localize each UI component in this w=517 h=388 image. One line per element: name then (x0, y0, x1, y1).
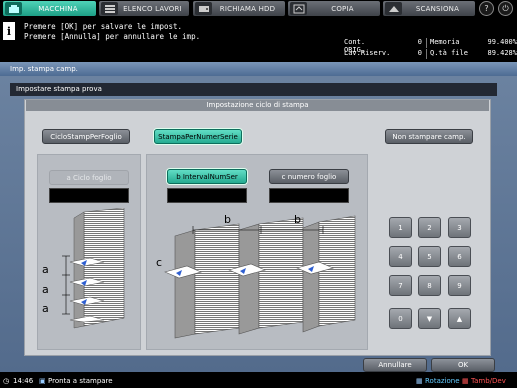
b-interval-num-ser-button[interactable]: b IntervalNumSer (167, 169, 247, 184)
key-4[interactable]: 4 (389, 246, 412, 267)
b-label-2: b (294, 213, 301, 226)
lav-riserv-value: 0 (389, 49, 427, 59)
key-2[interactable]: 2 (418, 217, 441, 238)
key-7[interactable]: 7 (389, 275, 412, 296)
scan-icon (385, 2, 402, 15)
copy-icon (290, 2, 307, 15)
series-stack-diagram (164, 215, 356, 339)
b-label-1: b (224, 213, 231, 226)
status-toner: Tamb/Dev (471, 377, 506, 385)
c-numero-foglio-button[interactable]: c numero foglio (269, 169, 349, 184)
top-tab-bar: MACCHINA ELENCO LAVORI RICHIAMA HDD COPI… (0, 0, 517, 17)
tab-copia[interactable]: COPIA (288, 1, 380, 16)
clock-icon: ◷ (3, 377, 10, 385)
status-bar: ◷ 14:46 ▣ Pronta a stampare ▦ Rotazione … (0, 374, 517, 388)
key-1[interactable]: 1 (389, 217, 412, 238)
a-ciclo-foglio-button: a Ciclo foglio (49, 170, 129, 185)
a-label-1: a (42, 263, 49, 276)
power-icon[interactable]: ⏻ (498, 1, 513, 16)
key-5[interactable]: 5 (418, 246, 441, 267)
a-ciclo-foglio-field (49, 188, 129, 203)
non-stampare-camp-button[interactable]: Non stampare camp. (385, 129, 473, 144)
key-9[interactable]: 9 (448, 275, 471, 296)
tab-label: ELENCO LAVORI (123, 4, 182, 13)
key-8[interactable]: 8 (418, 275, 441, 296)
tab-label: COPIA (331, 4, 354, 13)
key-6[interactable]: 6 (448, 246, 471, 267)
sample-sheet-markers (69, 257, 105, 322)
memoria-label: Memoria (430, 38, 460, 46)
increment-button[interactable]: ▲ (448, 308, 471, 329)
c-label: c (156, 256, 163, 269)
key-0[interactable]: 0 (389, 308, 412, 329)
qta-file-value: 89.428% (487, 49, 517, 57)
list-icon (101, 2, 118, 15)
a-label-3: a (42, 302, 49, 315)
b-interval-num-ser-field (167, 188, 247, 203)
cont-orig-value: 0 (389, 38, 427, 48)
stampa-per-numer-serie-button[interactable]: StampaPerNumerSerie (154, 129, 242, 144)
message-line-2: Premere [Annulla] per annullare le imp. (24, 32, 201, 41)
status-state: Pronta a stampare (48, 377, 113, 385)
counters-panel: Cont. ORIG. 0 Memoria 99.400% Lav.Riserv… (344, 37, 517, 59)
key-3[interactable]: 3 (448, 217, 471, 238)
cancel-button[interactable]: Annullare (363, 358, 427, 372)
lav-riserv-label: Lav.Riserv. (344, 49, 391, 57)
tab-label: SCANSIONA (415, 4, 460, 13)
info-icon: i (3, 22, 15, 40)
tab-richiama-hdd[interactable]: RICHIAMA HDD (193, 1, 285, 16)
tab-label: MACCHINA (38, 4, 78, 13)
status-time: 14:46 (13, 377, 34, 385)
panel-title: Imp. stampa camp. (0, 62, 517, 76)
sub-title: Impostare stampa prova (10, 83, 497, 96)
memoria-value: 99.400% (487, 38, 517, 46)
printer-icon: ▣ (39, 377, 46, 385)
hdd-icon (195, 2, 212, 15)
message-line-1: Premere [OK] per salvare le impost. (24, 22, 183, 31)
copier-icon (5, 2, 22, 15)
a-label-2: a (42, 283, 49, 296)
status-rotation: Rotazione (425, 377, 460, 385)
dialog-title: Impostazione ciclo di stampa (26, 100, 489, 111)
tab-scansiona[interactable]: SCANSIONA (383, 1, 475, 16)
rotation-icon: ▦ (416, 377, 423, 385)
tab-macchina[interactable]: MACCHINA (3, 1, 96, 16)
toner-icon: ▦ (462, 377, 469, 385)
tab-label: RICHIAMA HDD (219, 4, 276, 13)
help-icon[interactable]: ? (479, 1, 494, 16)
cont-orig-label: Cont. ORIG. (344, 38, 366, 54)
tab-elenco-lavori[interactable]: ELENCO LAVORI (99, 1, 189, 16)
qta-file-label: Q.tà file (430, 49, 468, 57)
c-numero-foglio-field (269, 188, 349, 203)
ciclo-stamp-per-foglio-button[interactable]: CicloStampPerFoglio (42, 129, 130, 144)
ok-button[interactable]: OK (431, 358, 495, 372)
decrement-button[interactable]: ▼ (418, 308, 441, 329)
